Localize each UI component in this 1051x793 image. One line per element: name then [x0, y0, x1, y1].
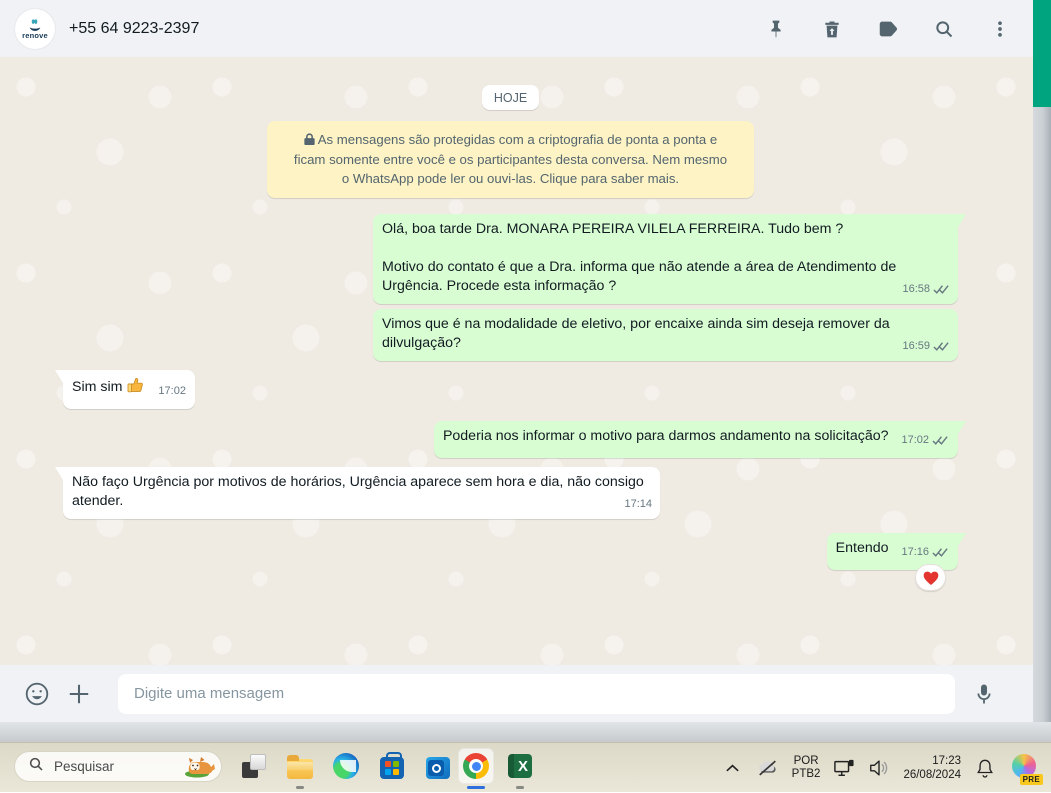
- menu-icon[interactable]: [987, 16, 1013, 42]
- message-time: 17:02: [158, 385, 186, 397]
- message-text: Sim sim: [72, 379, 123, 395]
- system-tray: POR PTB2 17:23 26/08/2024 PRE: [722, 743, 1043, 793]
- copilot-button[interactable]: PRE: [1009, 753, 1043, 785]
- scrollbar-thumb[interactable]: [1033, 0, 1051, 107]
- pin-icon[interactable]: [763, 16, 789, 42]
- double-check-icon: [932, 547, 949, 558]
- avatar-label: renove: [22, 31, 48, 40]
- label-icon[interactable]: [875, 16, 901, 42]
- outlook-icon: [426, 757, 450, 779]
- message-text: Entendo: [835, 540, 889, 556]
- encryption-notice-text: As mensagens são protegidas com a cripto…: [293, 132, 728, 186]
- taskbar-search-label: Pesquisar: [54, 759, 115, 774]
- message-bubble-incoming[interactable]: Sim sim 17:02: [55, 370, 195, 409]
- message-text: Olá, boa tarde Dra. MONARA PEREIRA VILEL…: [382, 221, 897, 294]
- notification-bell-icon[interactable]: [974, 757, 996, 779]
- date-divider: HOJE: [481, 85, 540, 110]
- taskbar: Pesquisar X POR PTB2 17:23 26/08/2024 PR…: [0, 742, 1051, 792]
- encryption-notice[interactable]: As mensagens são protegidas com a cripto…: [267, 121, 754, 198]
- search-highlight-corgi-image: [181, 752, 217, 781]
- double-check-icon: [933, 284, 950, 295]
- header-actions: [763, 16, 1013, 42]
- message-text: Poderia nos informar o motivo para darmo…: [442, 428, 889, 444]
- mic-icon[interactable]: [969, 679, 999, 709]
- taskbar-search-icon: [28, 756, 44, 777]
- message-time: 17:14: [624, 498, 652, 510]
- network-icon[interactable]: [833, 757, 855, 779]
- message-bubble-outgoing[interactable]: Poderia nos informar o motivo para darmo…: [433, 421, 967, 458]
- attach-plus-icon[interactable]: [64, 679, 94, 709]
- task-view-icon: [242, 754, 266, 778]
- message-time: 17:16: [901, 546, 929, 558]
- clock-time: 17:23: [932, 755, 961, 767]
- renove-logo-icon: [29, 19, 41, 31]
- microsoft-store-icon: [380, 752, 404, 779]
- message-time: 17:02: [901, 434, 929, 446]
- message-time: 16:59: [902, 340, 930, 352]
- chat-message-list: HOJE As mensagens são protegidas com a c…: [0, 57, 1033, 665]
- tray-chevron-up-icon[interactable]: [722, 757, 744, 779]
- reaction-heart[interactable]: [915, 564, 946, 591]
- message-text: Não faço Urgência por motivos de horário…: [72, 474, 648, 509]
- chrome-icon: [463, 753, 489, 779]
- clock[interactable]: 17:23 26/08/2024: [903, 754, 961, 782]
- chat-header: renove +55 64 9223-2397: [0, 0, 1033, 57]
- store-button[interactable]: [374, 748, 410, 784]
- contact-phone[interactable]: +55 64 9223-2397: [69, 20, 199, 38]
- search-icon[interactable]: [931, 16, 957, 42]
- file-explorer-button[interactable]: [282, 748, 318, 789]
- contact-avatar[interactable]: renove: [15, 8, 55, 49]
- file-explorer-icon: [287, 755, 313, 779]
- volume-icon[interactable]: [868, 757, 890, 779]
- composer-bar: [0, 665, 1033, 722]
- heart-icon: [923, 571, 938, 585]
- message-bubble-outgoing[interactable]: Vimos que é na modalidade de eletivo, po…: [373, 309, 958, 361]
- delete-icon[interactable]: [819, 16, 845, 42]
- screen: renove +55 64 9223-2397 HOJE As mensagen…: [0, 0, 1051, 792]
- lock-icon: [304, 131, 315, 150]
- double-check-icon: [933, 341, 950, 352]
- message-time: 16:58: [902, 283, 930, 295]
- clock-date: 26/08/2024: [903, 769, 961, 781]
- excel-icon: X: [508, 754, 532, 778]
- window-bottom-edge: [0, 722, 1051, 742]
- double-check-icon: [932, 435, 949, 446]
- message-bubble-outgoing[interactable]: Olá, boa tarde Dra. MONARA PEREIRA VILEL…: [373, 214, 966, 304]
- message-bubble-incoming[interactable]: Não faço Urgência por motivos de horário…: [55, 467, 660, 519]
- language-indicator[interactable]: POR PTB2: [792, 755, 821, 781]
- task-view-button[interactable]: [236, 748, 272, 784]
- chrome-button[interactable]: [458, 748, 494, 789]
- thumbs-up-emoji: [126, 376, 145, 401]
- outlook-button[interactable]: [420, 748, 456, 784]
- edge-icon: [333, 753, 359, 779]
- excel-button[interactable]: X: [502, 748, 538, 789]
- copilot-pre-badge: PRE: [1019, 774, 1043, 785]
- scrollbar-track[interactable]: [1033, 0, 1051, 722]
- onedrive-paused-icon[interactable]: [757, 757, 779, 779]
- message-input[interactable]: [118, 673, 955, 714]
- taskbar-search-box[interactable]: Pesquisar: [14, 751, 222, 782]
- emoji-icon[interactable]: [22, 679, 52, 709]
- edge-button[interactable]: [328, 748, 364, 784]
- message-text: Vimos que é na modalidade de eletivo, po…: [382, 316, 894, 351]
